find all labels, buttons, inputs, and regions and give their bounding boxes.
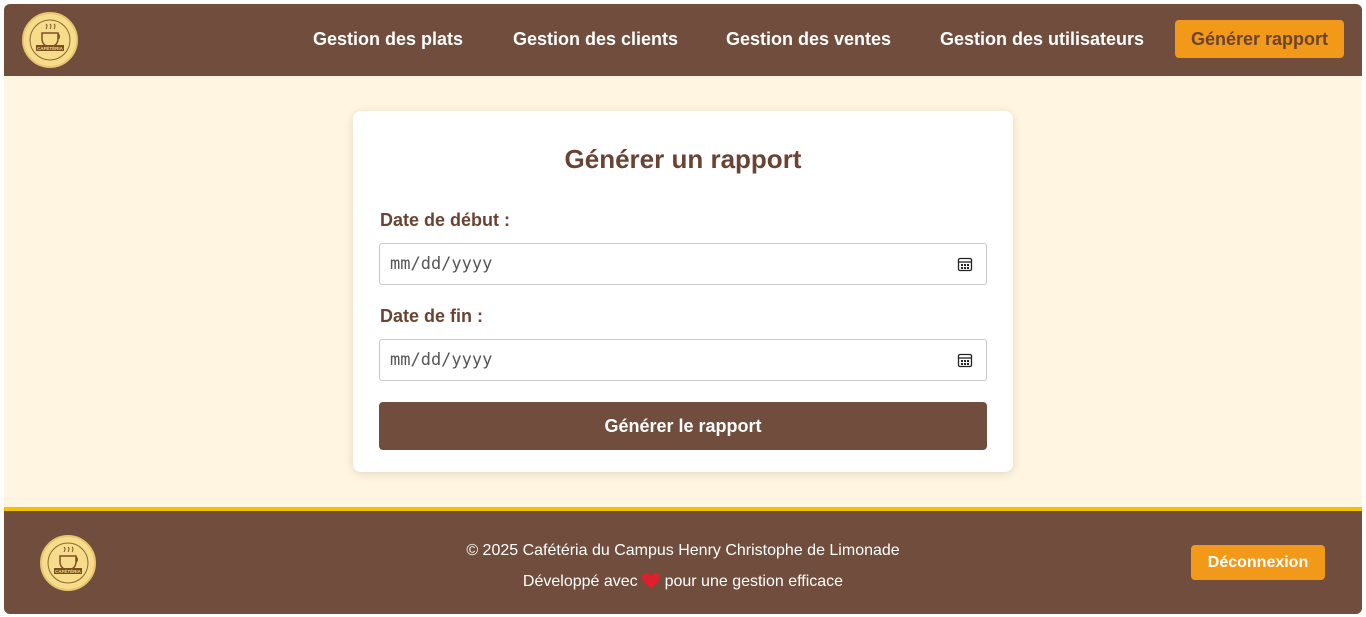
nav-link-plats[interactable]: Gestion des plats [313, 29, 463, 50]
start-date-label: Date de début : [380, 210, 511, 230]
calendar-icon[interactable] [957, 256, 973, 272]
report-form-card: Générer un rapport Date de début : mm/dd… [353, 111, 1013, 472]
end-date-input[interactable]: mm/dd/yyyy [379, 339, 987, 381]
nav-link-clients[interactable]: Gestion des clients [513, 29, 678, 50]
heart-icon [642, 573, 661, 588]
logo-emblem-icon: CAFÉTÉRIA [29, 19, 71, 61]
footer-copyright: © 2025 Cafétéria du Campus Henry Christo… [466, 542, 900, 559]
app-frame: CAFÉTÉRIA Gestion des plats Gestion des … [4, 4, 1362, 614]
logo-text: CAFÉTÉRIA [37, 44, 64, 51]
start-date-placeholder: mm/dd/yyyy [390, 254, 493, 274]
generate-report-nav-button[interactable]: Générer rapport [1175, 20, 1344, 58]
calendar-icon[interactable] [957, 352, 973, 368]
logout-button[interactable]: Déconnexion [1191, 545, 1325, 580]
end-date-label: Date de fin : [380, 306, 484, 326]
generate-report-submit-button[interactable]: Générer le rapport [379, 402, 987, 450]
start-date-input[interactable]: mm/dd/yyyy [379, 243, 987, 285]
form-title: Générer un rapport [564, 144, 802, 174]
footer: CAFÉTÉRIA © 2025 Cafétéria du Campus Hen… [4, 507, 1362, 614]
footer-tagline-prefix: Développé avec [522, 573, 638, 590]
top-navbar: CAFÉTÉRIA Gestion des plats Gestion des … [4, 4, 1362, 76]
footer-tagline: Développé avec pour une gestion efficace [4, 573, 1362, 591]
end-date-placeholder: mm/dd/yyyy [390, 350, 493, 370]
footer-tagline-suffix: pour une gestion efficace [664, 573, 844, 590]
nav-link-utilisateurs[interactable]: Gestion des utilisateurs [940, 29, 1144, 50]
nav-link-ventes[interactable]: Gestion des ventes [726, 29, 891, 50]
cafeteria-logo[interactable]: CAFÉTÉRIA [22, 12, 78, 68]
